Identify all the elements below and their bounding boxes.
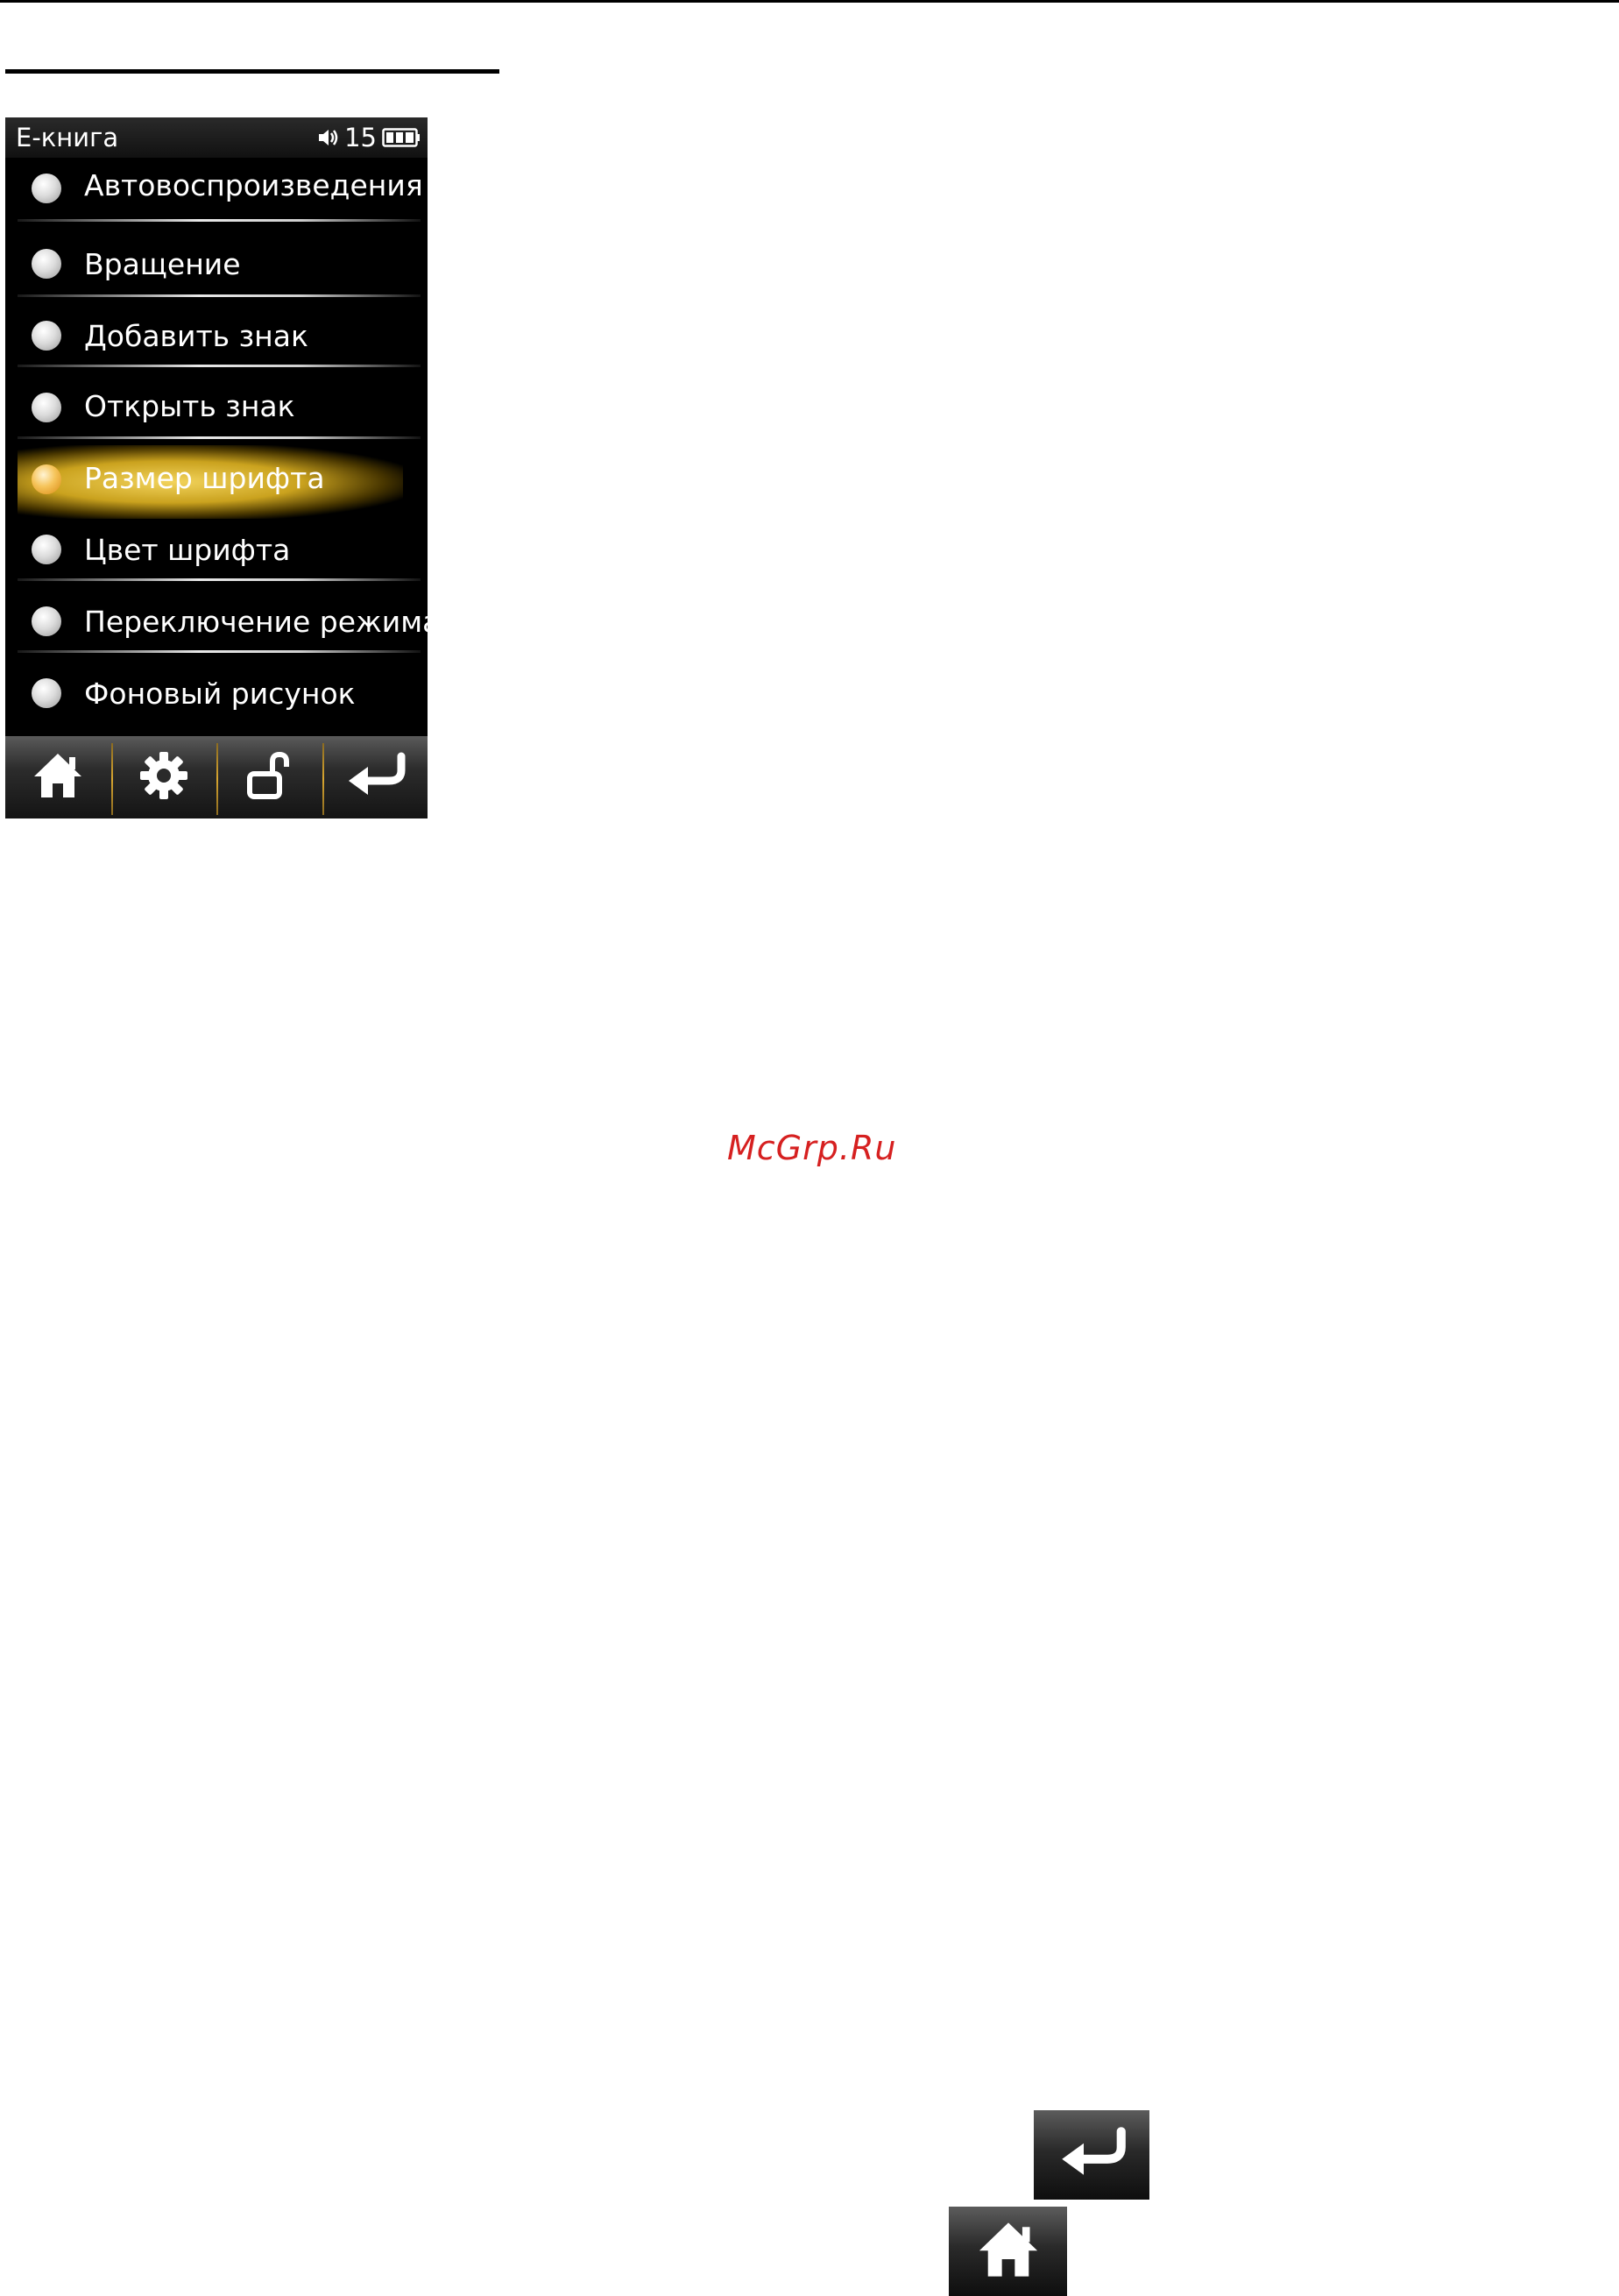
return-icon-tile: [1034, 2110, 1149, 2200]
menu-item-label: Открыть знак: [84, 389, 295, 423]
top-rule: [0, 0, 1619, 3]
home-icon: [975, 2218, 1042, 2285]
radio-icon: [32, 174, 61, 203]
menu-item-font-size[interactable]: Размер шрифта: [5, 442, 428, 519]
menu-item-label: Вращение: [84, 247, 241, 281]
settings-button[interactable]: [110, 736, 217, 818]
menu-item-label: Добавить знак: [84, 319, 308, 353]
radio-icon: [32, 606, 61, 636]
menu-item-label: Автовоспроизведения: [84, 168, 423, 202]
menu-item-open-bookmark[interactable]: Открыть знак: [5, 370, 428, 442]
return-icon: [340, 751, 410, 804]
home-icon: [31, 750, 85, 804]
gear-icon: [138, 749, 190, 805]
radio-icon: [32, 249, 61, 279]
menu-item-rotation[interactable]: Вращение: [5, 226, 428, 298]
menu-item-font-color[interactable]: Цвет шрифта: [5, 512, 428, 584]
menu-item-autoplay[interactable]: Автовоспроизведения: [5, 158, 428, 230]
divider: [18, 436, 421, 439]
bottom-toolbar: [5, 736, 428, 818]
divider: [18, 294, 421, 297]
volume-level: 15: [344, 123, 377, 152]
watermark: McGrp.Ru: [727, 1129, 897, 1167]
menu-item-background[interactable]: Фоновый рисунок: [5, 655, 428, 727]
menu-item-label: Фоновый рисунок: [84, 677, 356, 711]
radio-icon: [32, 464, 61, 494]
radio-icon: [32, 535, 61, 564]
divider: [18, 219, 421, 222]
radio-icon: [32, 678, 61, 708]
lock-button[interactable]: [216, 736, 322, 818]
divider: [18, 650, 421, 653]
home-button[interactable]: [5, 736, 111, 818]
return-icon: [1052, 2125, 1131, 2185]
menu-item-mode-switch[interactable]: Переключение режима: [5, 584, 428, 655]
divider: [18, 365, 421, 367]
back-button[interactable]: [322, 736, 428, 818]
lock-icon: [243, 749, 295, 805]
radio-icon: [32, 321, 61, 351]
status-bar: E-книга 15: [5, 117, 428, 158]
app-title: E-книга: [16, 123, 119, 152]
device-screen: E-книга 15 Автовоспроизведения Вращение …: [5, 117, 428, 818]
divider: [18, 578, 421, 581]
menu-item-add-bookmark[interactable]: Добавить знак: [5, 300, 428, 372]
menu-item-label: Размер шрифта: [84, 461, 325, 495]
battery-icon: [382, 126, 421, 149]
radio-icon: [32, 393, 61, 422]
status-indicators: 15: [316, 123, 421, 152]
heading-underline: [5, 69, 499, 74]
speaker-icon: [316, 126, 339, 149]
menu-item-label: Цвет шрифта: [84, 533, 291, 567]
home-icon-tile: [949, 2207, 1067, 2296]
menu-item-label: Переключение режима: [84, 605, 428, 639]
